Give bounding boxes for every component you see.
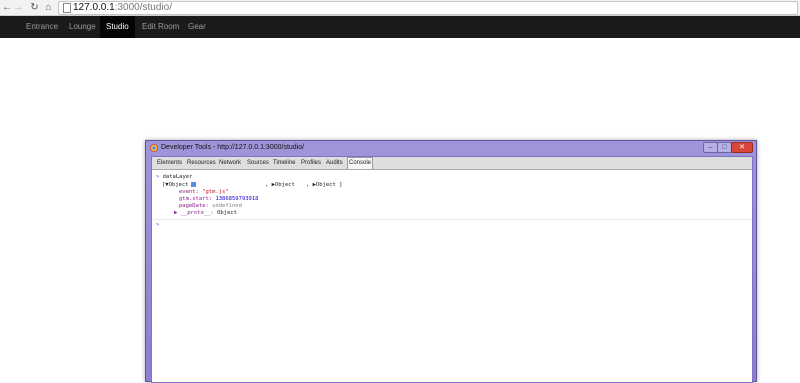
tab-timeline[interactable]: Timeline <box>272 158 296 168</box>
tab-sources[interactable]: Sources <box>246 158 270 168</box>
url-text: 127.0.0.1:3000/studio/ <box>73 2 172 13</box>
array-third-object[interactable]: , ▶Object ] <box>306 182 342 189</box>
nav-item-edit-room[interactable]: Edit Room <box>136 16 185 38</box>
tab-console[interactable]: Console <box>347 157 374 169</box>
back-button[interactable]: ← <box>2 1 12 14</box>
prop-proto[interactable]: ▶ __proto__: Object <box>174 210 237 217</box>
console-input-line[interactable]: > <box>156 222 159 229</box>
nav-item-gear[interactable]: Gear <box>182 16 212 38</box>
prop-gtm-start: gtm.start: 1386859793918 <box>179 196 259 202</box>
close-icon: ✕ <box>739 144 745 151</box>
tab-resources[interactable]: Resources <box>186 158 217 168</box>
prop-page-date: pageDate: undefined <box>179 203 242 209</box>
tab-network[interactable]: Network <box>218 158 242 168</box>
chrome-logo-icon <box>150 144 158 152</box>
console-prompt: > <box>156 174 160 180</box>
console-input-prompt: > <box>156 222 160 228</box>
devtools-title: Developer Tools - http://127.0.0.1:3000/… <box>161 144 305 151</box>
maximize-icon: □ <box>722 144 727 151</box>
home-button[interactable]: ⌂ <box>43 1 54 14</box>
array-second-object[interactable]: , ▶Object <box>265 182 295 189</box>
right-arrow-icon: → <box>13 2 23 13</box>
devtools-titlebar[interactable]: Developer Tools - http://127.0.0.1:3000/… <box>146 141 756 155</box>
console-command-line: > dataLayer <box>156 174 192 181</box>
maximize-button[interactable]: □ <box>717 142 732 153</box>
page-icon <box>63 3 71 13</box>
reload-icon: ↻ <box>30 2 39 13</box>
tab-elements[interactable]: Elements <box>156 158 183 168</box>
array-first-object[interactable]: [▼Object <box>162 182 189 188</box>
home-icon: ⌂ <box>45 2 52 13</box>
browser-toolbar: ← → ↻ ⌂ 127.0.0.1:3000/studio/ <box>0 0 800 16</box>
nav-item-studio[interactable]: Studio <box>100 16 135 38</box>
prop-event: event: "gtm.js" <box>179 189 229 195</box>
nav-item-entrance[interactable]: Entrance <box>20 16 64 38</box>
console-command: dataLayer <box>162 174 193 180</box>
site-navbar: Entrance Lounge Studio Edit Room Gear <box>0 16 800 38</box>
info-icon <box>190 182 196 187</box>
devtools-panel: Elements Resources Network Sources Timel… <box>151 156 753 383</box>
tab-profiles[interactable]: Profiles <box>300 158 322 168</box>
console-output[interactable]: > dataLayer [▼Object , ▶Object , ▶Object… <box>152 170 752 382</box>
minimize-icon: – <box>708 144 713 151</box>
address-bar[interactable]: 127.0.0.1:3000/studio/ <box>58 1 798 15</box>
close-button[interactable]: ✕ <box>731 142 753 153</box>
minimize-button[interactable]: – <box>703 142 718 153</box>
tab-audits[interactable]: Audits <box>325 158 344 168</box>
reload-button[interactable]: ↻ <box>29 1 40 14</box>
nav-item-lounge[interactable]: Lounge <box>63 16 102 38</box>
console-divider <box>152 219 752 220</box>
devtools-tabbar: Elements Resources Network Sources Timel… <box>152 157 752 170</box>
console-array-line[interactable]: [▼Object <box>162 182 196 189</box>
left-arrow-icon: ← <box>2 2 12 13</box>
forward-button[interactable]: → <box>13 1 23 14</box>
devtools-window: Developer Tools - http://127.0.0.1:3000/… <box>145 140 757 383</box>
